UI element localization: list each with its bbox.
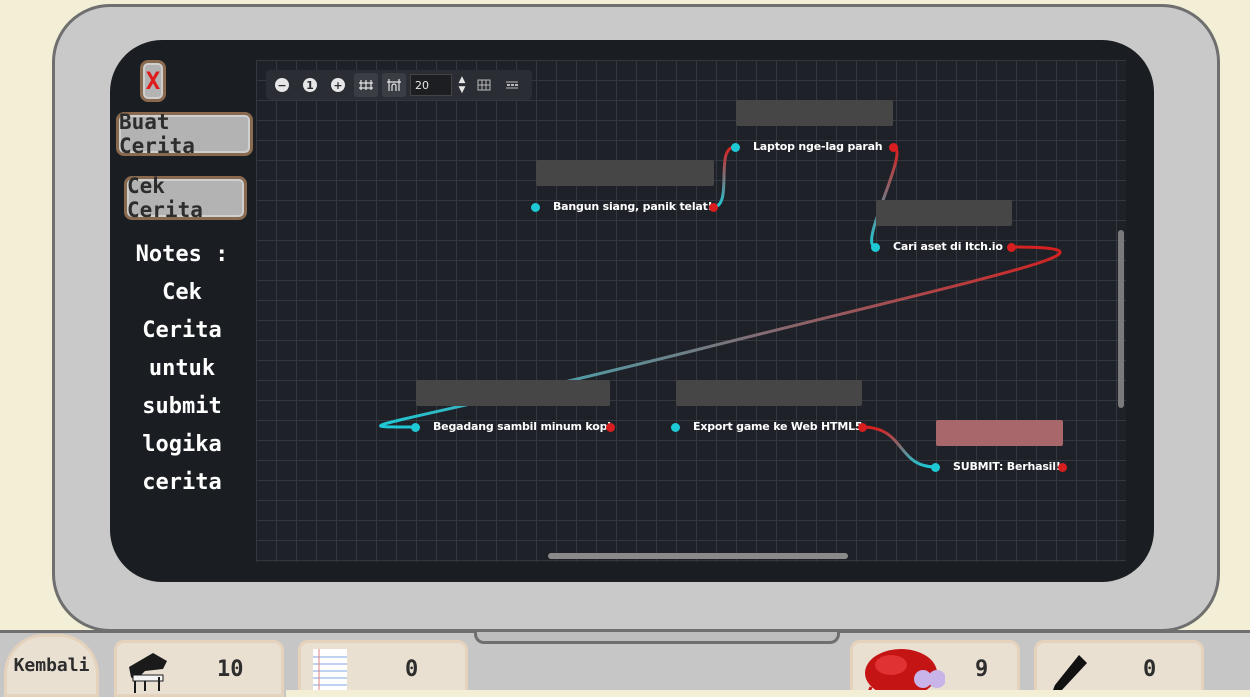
minimap-icon (477, 79, 491, 91)
input-port[interactable] (671, 423, 680, 432)
input-port[interactable] (931, 463, 940, 472)
snap-grid-icon (359, 80, 373, 90)
bottom-strip (286, 690, 1250, 697)
notes-line: Notes : (135, 242, 229, 267)
wire-laptop-aset (870, 145, 899, 249)
node-label: Cari aset di Itch.io (893, 240, 1003, 253)
notes-line: logika (142, 432, 222, 457)
notes-line: cerita (142, 470, 222, 495)
node-label: SUBMIT: Berhasil! (953, 460, 1061, 473)
create-story-button[interactable]: Buat Cerita (116, 110, 253, 158)
zoom-in-icon: + (331, 78, 345, 92)
node-header[interactable] (676, 380, 862, 406)
snap-toggle-button[interactable] (382, 73, 406, 97)
bug-counter: 9 (850, 640, 1020, 697)
node-label: Laptop nge-lag parah (753, 140, 883, 153)
snap-toggle-icon (387, 79, 401, 91)
input-port[interactable] (411, 423, 420, 432)
zoom-reset-icon: 1 (303, 78, 317, 92)
snap-distance-input[interactable] (410, 74, 452, 96)
notes-line: untuk (148, 356, 216, 381)
notes-line: Cerita (142, 318, 222, 343)
piano-count: 10 (217, 657, 244, 682)
graph-toolbar: − 1 + ▲ ▼ (266, 70, 532, 100)
check-story-button[interactable]: Cek Cerita (124, 174, 247, 222)
pencil-count: 0 (1143, 657, 1157, 682)
laptop-screen: X Buat Cerita Cek Cerita Notes : Cek Cer… (110, 40, 1154, 582)
node-label: Bangun siang, panik telat! (553, 200, 713, 213)
node-header[interactable] (536, 160, 714, 186)
story-graph-canvas[interactable]: − 1 + ▲ ▼ Bangun siang, panik tela (256, 60, 1126, 562)
zoom-out-button[interactable]: − (270, 73, 294, 97)
input-port[interactable] (871, 243, 880, 252)
pencil-counter: 0 (1034, 640, 1204, 697)
piano-icon (129, 653, 167, 693)
piano-counter: 10 (114, 640, 284, 697)
output-port[interactable] (889, 143, 898, 152)
output-port[interactable] (1007, 243, 1016, 252)
input-port[interactable] (531, 203, 540, 212)
output-port[interactable] (1058, 463, 1067, 472)
output-port[interactable] (606, 423, 615, 432)
laptop-hinge (474, 632, 840, 644)
horizontal-scrollbar[interactable] (548, 553, 848, 559)
node-label: Begadang sambil minum kopi (433, 420, 611, 433)
graph-connections (379, 145, 1062, 469)
minimap-button[interactable] (472, 73, 496, 97)
snap-stepper[interactable]: ▲ ▼ (456, 73, 468, 97)
input-port[interactable] (731, 143, 740, 152)
zoom-in-button[interactable]: + (326, 73, 350, 97)
node-label: Export game ke Web HTML5 (693, 420, 863, 433)
node-header[interactable] (876, 200, 1012, 226)
close-button[interactable]: X (140, 60, 166, 102)
wire-bangun-laptop (712, 145, 736, 209)
notes-line: Cek (162, 280, 202, 305)
notes-line: submit (142, 394, 222, 419)
zoom-out-icon: − (275, 78, 289, 92)
node-header[interactable] (736, 100, 893, 126)
snap-grid-button[interactable] (354, 73, 378, 97)
node-header-submit[interactable] (936, 420, 1063, 446)
output-port[interactable] (858, 423, 867, 432)
vertical-scrollbar[interactable] (1118, 230, 1124, 408)
bug-icon (865, 649, 945, 697)
arrange-nodes-button[interactable] (500, 73, 524, 97)
arrange-icon (506, 81, 518, 89)
notebook-count: 0 (405, 657, 419, 682)
node-header[interactable] (416, 380, 610, 406)
back-button[interactable]: Kembali (4, 634, 99, 697)
chevron-up-icon: ▲ (458, 75, 466, 85)
wire-export-submit (861, 425, 937, 469)
chevron-down-icon: ▼ (458, 85, 466, 95)
notes-panel: Notes : Cek Cerita untuk submit logika c… (120, 236, 244, 502)
bug-count: 9 (975, 657, 989, 682)
output-port[interactable] (709, 203, 718, 212)
zoom-reset-button[interactable]: 1 (298, 73, 322, 97)
notebook-counter: 0 (298, 640, 468, 697)
